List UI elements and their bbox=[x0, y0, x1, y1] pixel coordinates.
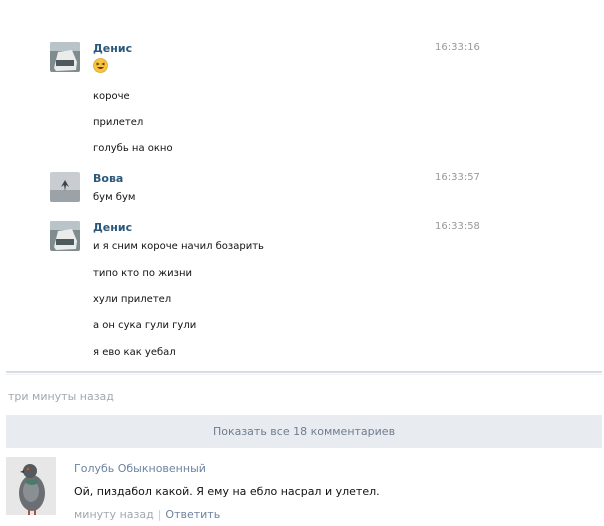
avatar-denis[interactable] bbox=[50, 221, 80, 251]
message-line: голубь на окно bbox=[93, 143, 173, 154]
comment-meta: минуту назад | Ответить bbox=[74, 508, 220, 521]
show-all-comments-label: Показать все 18 комментариев bbox=[212, 425, 396, 438]
message-line: типо кто по жизни bbox=[93, 268, 193, 279]
comment-author[interactable]: Голубь Обыкновенный bbox=[74, 462, 206, 475]
sender-name[interactable]: Денис bbox=[93, 221, 132, 234]
comment-text: Ой, пиздабол какой. Я ему на ебло насрал… bbox=[74, 485, 380, 498]
laughing-emoji-icon bbox=[93, 58, 108, 73]
message-line: и я сним короче начил бозарить bbox=[93, 241, 264, 252]
show-all-comments-button[interactable]: Показать все 18 комментариев bbox=[6, 415, 602, 448]
avatar-denis[interactable] bbox=[50, 42, 80, 72]
message-time: 16:33:16 bbox=[435, 42, 480, 53]
message-time: 16:33:57 bbox=[435, 172, 480, 183]
message-time: 16:33:58 bbox=[435, 221, 480, 232]
reply-button[interactable]: Ответить bbox=[165, 508, 220, 521]
message-line: короче bbox=[93, 91, 130, 102]
message-group: Денис 16:33:16 короче прилетел голубь на… bbox=[50, 42, 490, 162]
post-timestamp[interactable]: три минуты назад bbox=[8, 390, 114, 403]
comment: Голубь Обыкновенный Ой, пиздабол какой. … bbox=[6, 457, 602, 525]
message-line: бум бум bbox=[93, 192, 136, 203]
comment-time[interactable]: минуту назад bbox=[74, 508, 154, 521]
divider bbox=[6, 374, 602, 375]
divider bbox=[6, 371, 602, 373]
chat-log: Денис 16:33:16 короче прилетел голубь на… bbox=[0, 0, 604, 372]
message-group: Денис 16:33:58 и я сним короче начил боз… bbox=[50, 221, 490, 366]
sender-name[interactable]: Денис bbox=[93, 42, 132, 55]
separator: | bbox=[157, 508, 162, 521]
message-line: прилетел bbox=[93, 117, 144, 128]
sender-name[interactable]: Вова bbox=[93, 172, 123, 185]
message-group: Вова 16:33:57 бум бум bbox=[50, 172, 490, 212]
message-line: а он сука гули гули bbox=[93, 320, 197, 331]
message-line: хули прилетел bbox=[93, 294, 172, 305]
avatar-pigeon[interactable] bbox=[6, 457, 56, 515]
message-line: я ево как уебал bbox=[93, 347, 176, 358]
avatar-vova[interactable] bbox=[50, 172, 80, 202]
